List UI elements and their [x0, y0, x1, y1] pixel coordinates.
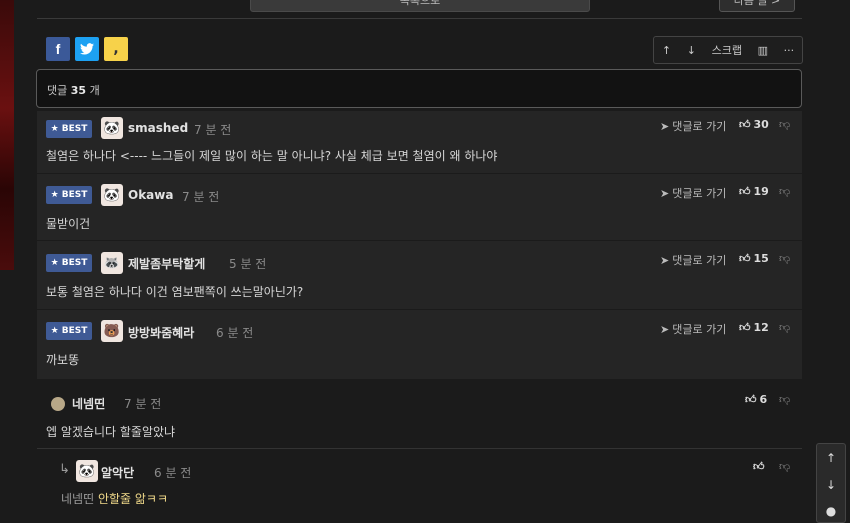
best-badge: ★ BEST: [46, 322, 92, 340]
upvote-arrow-icon[interactable]: ↑: [662, 44, 671, 57]
dislike-button[interactable]: 👎︎: [779, 460, 790, 473]
scroll-down-icon[interactable]: ↓: [817, 478, 845, 492]
comment: 네넴띤 7 분 전 👍︎ 6 👎︎ 엡 알겠습니다 할줄알았냐: [37, 382, 802, 449]
mention[interactable]: 네넴띤: [61, 492, 94, 506]
divider: [37, 18, 802, 19]
comment-count-box: 댓글 35 개: [36, 69, 802, 108]
comment-time: 7 분 전: [194, 123, 232, 137]
like-button[interactable]: 👍︎ 19: [739, 185, 769, 198]
thumbs-up-icon: 👍︎: [739, 118, 751, 131]
list-button[interactable]: 목록으로: [250, 0, 590, 12]
dislike-button[interactable]: 👎︎: [779, 393, 790, 406]
go-to-reply-link[interactable]: ➤ 댓글로 가기: [660, 321, 726, 337]
go-to-reply-link[interactable]: ➤ 댓글로 가기: [660, 185, 726, 201]
thumbs-up-icon: 👍︎: [739, 252, 751, 265]
like-count: 6: [759, 393, 768, 406]
background-image-edge: [0, 0, 14, 270]
comment-time: 6 분 전: [154, 466, 192, 480]
best-comment: ★ BEST 🦝 제발좀부탁할게 5 분 전 ➤ 댓글로 가기 👍︎ 15 👎︎ 보…: [37, 241, 802, 310]
best-comment: ★ BEST 🐼 smashed 7 분 전 ➤ 댓글로 가기 👍︎ 30 👎︎ 철…: [37, 111, 802, 174]
comment-nickname[interactable]: 제발좀부탁할게: [128, 255, 205, 272]
go-to-reply-link[interactable]: ➤ 댓글로 가기: [660, 118, 726, 134]
comment-body: 네넴띤 안할줄 앎ㅋㅋ: [61, 490, 168, 507]
next-post-button[interactable]: 다음 글 >: [719, 0, 795, 12]
comment-nickname[interactable]: smashed: [128, 121, 188, 135]
comment-nickname[interactable]: 알악단: [101, 464, 134, 481]
comment-time: 5 분 전: [229, 257, 267, 271]
best-comment: ★ BEST 🐻 방방봐줌혜라 6 분 전 ➤ 댓글로 가기 👍︎ 12 👎︎ 까보…: [37, 310, 802, 380]
go-to-reply-label: 댓글로 가기: [672, 254, 727, 267]
like-button[interactable]: 👍︎ 15: [739, 252, 769, 265]
avatar[interactable]: 🐼: [76, 460, 98, 482]
best-badge: ★ BEST: [46, 254, 92, 272]
best-badge: ★ BEST: [46, 120, 92, 138]
kakao-share-icon[interactable]: ,: [104, 37, 128, 61]
like-button[interactable]: 👍︎: [753, 460, 765, 473]
go-to-reply-label: 댓글로 가기: [672, 187, 727, 200]
like-count: 19: [753, 185, 769, 198]
like-button[interactable]: 👍︎ 30: [739, 118, 769, 131]
avatar[interactable]: 🐼: [101, 184, 123, 206]
comment-count-unit: 개: [89, 84, 100, 97]
downvote-arrow-icon[interactable]: ↓: [687, 44, 696, 57]
like-button[interactable]: 👍︎ 12: [739, 321, 769, 334]
like-button[interactable]: 👍︎ 6: [745, 393, 767, 406]
send-icon: ➤: [660, 186, 670, 200]
go-to-reply-label: 댓글로 가기: [672, 120, 727, 133]
comment-time: 7 분 전: [182, 190, 220, 204]
avatar[interactable]: [51, 397, 65, 411]
comment-nickname[interactable]: 방방봐줌혜라: [128, 324, 194, 341]
avatar[interactable]: 🦝: [101, 252, 123, 274]
send-icon: ➤: [660, 253, 670, 267]
comment-bubble-icon[interactable]: ●: [817, 504, 845, 518]
like-count: 12: [753, 321, 769, 334]
best-badge: ★ BEST: [46, 186, 92, 204]
comment-body: 물받이건: [46, 217, 91, 231]
avatar[interactable]: 🐼: [101, 117, 123, 139]
dislike-button[interactable]: 👎︎: [779, 252, 790, 265]
scrap-button[interactable]: 스크랩: [712, 42, 742, 58]
like-count: 15: [753, 252, 769, 265]
send-icon: ➤: [660, 119, 670, 133]
dislike-button[interactable]: 👎︎: [779, 118, 790, 131]
thumbs-up-icon: 👍︎: [745, 393, 757, 406]
go-to-reply-label: 댓글로 가기: [672, 323, 727, 336]
thumbs-up-icon: 👍︎: [753, 460, 765, 473]
comment-time: 6 분 전: [216, 326, 254, 340]
like-count: 30: [753, 118, 769, 131]
reply-text: 안할줄 앎ㅋㅋ: [97, 492, 169, 506]
comment-body: 까보똥: [46, 353, 80, 367]
comment-nickname[interactable]: 네넴띤: [72, 395, 105, 412]
facebook-share-icon[interactable]: f: [46, 37, 70, 61]
reply-comment: ↳ 🐼 알악단 6 분 전 👍︎ 👎︎ 네넴띤 안할줄 앎ㅋㅋ: [37, 451, 802, 521]
scroll-up-icon[interactable]: ↑: [817, 451, 845, 465]
floating-nav: ↑ ↓ ●: [816, 443, 846, 523]
stats-icon[interactable]: ▥: [758, 44, 768, 57]
comment-body: 엡 알겠습니다 할줄알았냐: [46, 425, 176, 439]
comment-count-number: 35: [70, 84, 87, 97]
comment-count-label: 댓글: [47, 84, 68, 97]
comment-time: 7 분 전: [124, 397, 162, 411]
dislike-button[interactable]: 👎︎: [779, 185, 790, 198]
comment-count: 댓글 35 개: [47, 82, 100, 98]
send-icon: ➤: [660, 322, 670, 336]
comment-nickname[interactable]: Okawa: [128, 188, 173, 202]
avatar[interactable]: 🐻: [101, 320, 123, 342]
thumbs-up-icon: 👍︎: [739, 321, 751, 334]
thumbs-up-icon: 👍︎: [739, 185, 751, 198]
comment-body: 철염은 하나다 <---- 느그들이 제일 많이 하는 말 아니냐? 사실 체급…: [46, 149, 498, 163]
more-icon[interactable]: ···: [784, 44, 795, 57]
reply-arrow-icon: ↳: [59, 462, 70, 477]
twitter-share-icon[interactable]: [75, 37, 99, 61]
best-comment: ★ BEST 🐼 Okawa 7 분 전 ➤ 댓글로 가기 👍︎ 19 👎︎ 물받이…: [37, 174, 802, 241]
post-toolbar: ↑ ↓ 스크랩 ▥ ···: [653, 36, 803, 64]
go-to-reply-link[interactable]: ➤ 댓글로 가기: [660, 252, 726, 268]
dislike-button[interactable]: 👎︎: [779, 321, 790, 334]
comment-body: 보통 철염은 하나다 이건 염보팬쪽이 쓰는말아닌가?: [46, 285, 304, 299]
